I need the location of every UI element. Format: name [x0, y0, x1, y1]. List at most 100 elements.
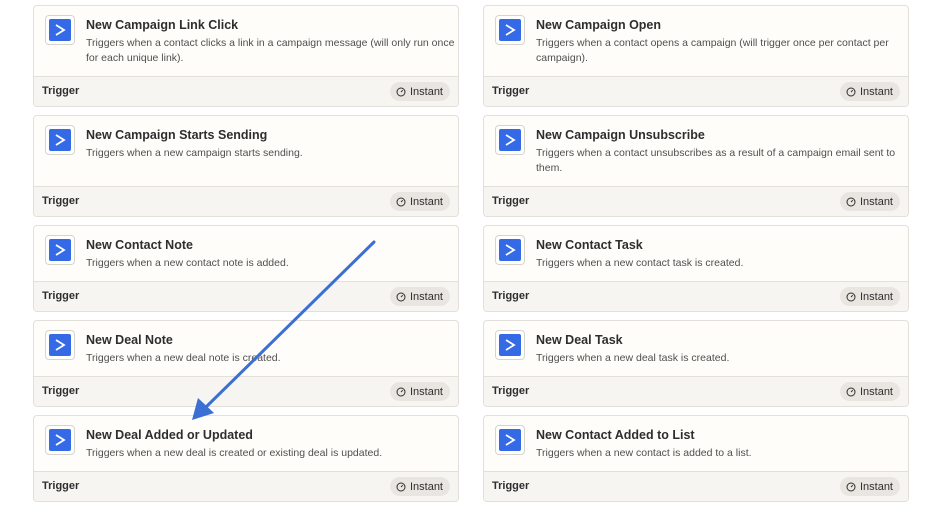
card-description: Triggers when a contact opens a campaign… — [536, 37, 889, 64]
badge-label: Instant — [409, 85, 443, 98]
trigger-grid: New Campaign Link Click Triggers when a … — [0, 0, 927, 506]
trigger-label: Trigger — [492, 290, 530, 302]
activecampaign-chevron-icon — [55, 24, 66, 36]
card-body[interactable]: New Contact Note Triggers when a new con… — [34, 226, 458, 283]
card-body[interactable]: New Contact Task Triggers when a new con… — [484, 226, 908, 283]
activecampaign-chevron-icon — [505, 24, 516, 36]
activecampaign-chevron-icon — [505, 244, 516, 256]
activecampaign-app-icon — [45, 125, 75, 155]
clock-icon — [396, 387, 406, 396]
card-description: Triggers when a new contact is added to … — [536, 447, 752, 459]
badge-label: Instant — [859, 290, 893, 303]
activecampaign-app-icon — [45, 15, 75, 45]
card-title: New Campaign Starts Sending — [86, 128, 268, 142]
activecampaign-app-icon — [495, 235, 525, 265]
badge-label: Instant — [409, 385, 443, 398]
card-body[interactable]: New Campaign Unsubscribe Triggers when a… — [484, 116, 908, 188]
instant-badge: Instant — [839, 287, 900, 306]
card-title: New Campaign Unsubscribe — [536, 128, 705, 142]
card-title: New Campaign Open — [536, 18, 662, 32]
card-footer: Trigger Instant — [484, 76, 908, 106]
card-title: New Deal Note — [86, 333, 173, 347]
clock-icon — [396, 292, 406, 301]
trigger-label: Trigger — [42, 480, 80, 492]
card-footer: Trigger Instant — [34, 471, 458, 501]
card-body[interactable]: New Deal Note Triggers when a new deal n… — [34, 321, 458, 378]
activecampaign-app-icon — [495, 125, 525, 155]
trigger-card-new-deal-note[interactable]: New Deal Note Triggers when a new deal n… — [33, 320, 459, 407]
trigger-card-new-contact-note[interactable]: New Contact Note Triggers when a new con… — [33, 225, 459, 312]
activecampaign-chevron-icon — [55, 434, 66, 446]
card-footer: Trigger Instant — [34, 76, 458, 106]
clock-icon — [846, 292, 856, 301]
trigger-card-new-campaign-link-click[interactable]: New Campaign Link Click Triggers when a … — [33, 5, 459, 107]
trigger-card-new-contact-added-to-list[interactable]: New Contact Added to List Triggers when … — [483, 415, 909, 502]
card-description: Triggers when a new contact note is adde… — [86, 257, 289, 269]
trigger-label: Trigger — [492, 385, 530, 397]
badge-label: Instant — [409, 480, 443, 493]
instant-badge: Instant — [389, 192, 450, 211]
card-description: Triggers when a new contact task is crea… — [536, 257, 744, 269]
card-body[interactable]: New Campaign Open Triggers when a contac… — [484, 6, 908, 78]
card-description: Triggers when a new deal is created or e… — [86, 447, 383, 459]
clock-icon — [396, 87, 406, 96]
clock-icon — [846, 87, 856, 96]
trigger-card-new-campaign-unsubscribe[interactable]: New Campaign Unsubscribe Triggers when a… — [483, 115, 909, 217]
trigger-card-new-campaign-open[interactable]: New Campaign Open Triggers when a contac… — [483, 5, 909, 107]
clock-icon — [846, 482, 856, 491]
trigger-label: Trigger — [492, 195, 530, 207]
activecampaign-chevron-icon — [55, 134, 66, 146]
trigger-card-new-deal-task[interactable]: New Deal Task Triggers when a new deal t… — [483, 320, 909, 407]
activecampaign-app-icon — [495, 15, 525, 45]
trigger-card-new-campaign-starts-sending[interactable]: New Campaign Starts Sending Triggers whe… — [33, 115, 459, 217]
trigger-label: Trigger — [42, 195, 80, 207]
trigger-label: Trigger — [492, 480, 530, 492]
trigger-card-new-contact-task[interactable]: New Contact Task Triggers when a new con… — [483, 225, 909, 312]
card-body[interactable]: New Deal Added or Updated Triggers when … — [34, 416, 458, 473]
card-description: Triggers when a contact unsubscribes as … — [536, 147, 896, 174]
trigger-card-new-deal-added-or-updated[interactable]: New Deal Added or Updated Triggers when … — [33, 415, 459, 502]
activecampaign-chevron-icon — [505, 434, 516, 446]
card-title: New Contact Note — [86, 238, 193, 252]
card-title: New Deal Task — [536, 333, 623, 347]
card-body[interactable]: New Contact Added to List Triggers when … — [484, 416, 908, 473]
card-title: New Contact Task — [536, 238, 643, 252]
trigger-label: Trigger — [42, 385, 80, 397]
card-description: Triggers when a new campaign starts send… — [86, 147, 303, 159]
card-footer: Trigger Instant — [34, 186, 458, 216]
instant-badge: Instant — [839, 82, 900, 101]
card-footer: Trigger Instant — [484, 471, 908, 501]
clock-icon — [846, 387, 856, 396]
badge-label: Instant — [409, 290, 443, 303]
card-body[interactable]: New Campaign Starts Sending Triggers whe… — [34, 116, 458, 188]
activecampaign-app-icon — [45, 235, 75, 265]
activecampaign-chevron-icon — [505, 134, 516, 146]
activecampaign-app-icon — [495, 425, 525, 455]
instant-badge: Instant — [389, 382, 450, 401]
clock-icon — [846, 197, 856, 206]
card-body[interactable]: New Deal Task Triggers when a new deal t… — [484, 321, 908, 378]
instant-badge: Instant — [389, 82, 450, 101]
instant-badge: Instant — [839, 382, 900, 401]
trigger-label: Trigger — [42, 85, 80, 97]
card-description: Triggers when a new deal task is created… — [536, 352, 730, 364]
card-footer: Trigger Instant — [34, 281, 458, 311]
clock-icon — [396, 197, 406, 206]
badge-label: Instant — [859, 85, 893, 98]
badge-label: Instant — [409, 195, 443, 208]
clock-icon — [396, 482, 406, 491]
activecampaign-app-icon — [495, 330, 525, 360]
card-title: New Contact Added to List — [536, 428, 695, 442]
activecampaign-chevron-icon — [55, 339, 66, 351]
activecampaign-app-icon — [45, 425, 75, 455]
card-body[interactable]: New Campaign Link Click Triggers when a … — [34, 6, 458, 78]
instant-badge: Instant — [389, 477, 450, 496]
card-footer: Trigger Instant — [34, 376, 458, 406]
card-footer: Trigger Instant — [484, 186, 908, 216]
activecampaign-chevron-icon — [55, 244, 66, 256]
card-description: Triggers when a contact clicks a link in… — [86, 37, 455, 64]
activecampaign-chevron-icon — [505, 339, 516, 351]
card-footer: Trigger Instant — [484, 281, 908, 311]
badge-label: Instant — [859, 385, 893, 398]
instant-badge: Instant — [839, 192, 900, 211]
